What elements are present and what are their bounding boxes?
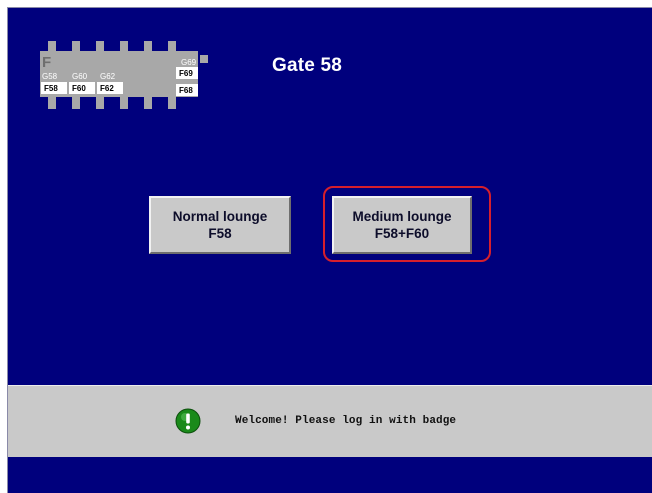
exclamation-icon bbox=[175, 408, 201, 434]
medium-lounge-gate: F58+F60 bbox=[374, 226, 430, 241]
pier-stub bbox=[200, 55, 208, 63]
pier-stub bbox=[144, 97, 152, 109]
normal-lounge-gate: F58 bbox=[208, 226, 232, 241]
pier-stub bbox=[72, 97, 80, 109]
pier-stub bbox=[120, 97, 128, 109]
page-title: Gate 58 bbox=[272, 55, 343, 76]
pier-stub bbox=[96, 97, 104, 109]
pier-stub bbox=[168, 97, 176, 109]
gate-label-g62: G62 bbox=[100, 72, 116, 81]
gate-label-f68: F68 bbox=[179, 86, 193, 95]
status-bar: Welcome! Please log in with badge bbox=[8, 385, 652, 457]
gate-label-f60: F60 bbox=[72, 84, 86, 93]
status-message: Welcome! Please log in with badge bbox=[235, 415, 457, 427]
medium-lounge-button[interactable]: Medium lounge F58+F60 bbox=[332, 196, 472, 254]
pier-stub bbox=[48, 97, 56, 109]
concourse-letter: F bbox=[42, 54, 51, 71]
normal-lounge-label: Normal lounge bbox=[172, 209, 268, 224]
gate-label-f58: F58 bbox=[44, 84, 58, 93]
gate-label-g58: G58 bbox=[42, 72, 58, 81]
medium-lounge-label: Medium lounge bbox=[352, 209, 452, 224]
gate-label-g60: G60 bbox=[72, 72, 88, 81]
gate-label-g69: G69 bbox=[181, 58, 197, 67]
kiosk-screen: F G58 G60 G62 G69 F58 F60 F62 F69 F68 Ga… bbox=[7, 7, 652, 493]
gate-label-f62: F62 bbox=[100, 84, 114, 93]
gate-map-graphic: F G58 G60 G62 G69 F58 F60 F62 F69 F68 bbox=[40, 41, 208, 109]
gate-map: F G58 G60 G62 G69 F58 F60 F62 F69 F68 bbox=[38, 33, 210, 143]
gate-label-f69: F69 bbox=[179, 69, 193, 78]
normal-lounge-button[interactable]: Normal lounge F58 bbox=[149, 196, 291, 254]
